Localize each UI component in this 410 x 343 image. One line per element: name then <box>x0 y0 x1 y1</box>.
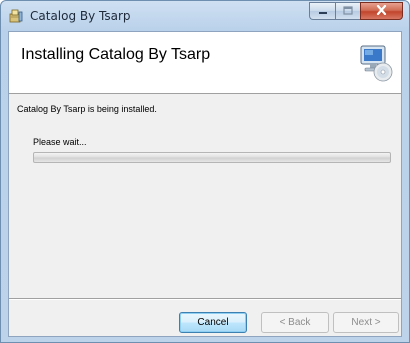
footer-divider <box>9 298 401 300</box>
title-bar[interactable]: Catalog By Tsarp <box>1 1 409 31</box>
progress-bar <box>33 152 391 163</box>
cancel-button[interactable]: Cancel <box>179 312 247 333</box>
maximize-icon <box>343 2 353 20</box>
next-button[interactable]: Next > <box>333 312 399 333</box>
dialog-client-area: Installing Catalog By Tsarp Catalog By T… <box>8 31 402 337</box>
minimize-icon <box>318 2 328 20</box>
close-icon <box>376 2 387 20</box>
header-banner: Installing Catalog By Tsarp <box>9 32 401 94</box>
maximize-button[interactable] <box>335 2 360 20</box>
wait-label: Please wait... <box>33 137 87 147</box>
computer-cd-icon <box>359 44 393 82</box>
page-title: Installing Catalog By Tsarp <box>21 46 211 63</box>
back-button[interactable]: < Back <box>261 312 329 333</box>
installer-icon <box>8 8 24 24</box>
window-title: Catalog By Tsarp <box>30 9 131 23</box>
caption-buttons <box>309 2 403 21</box>
minimize-button[interactable] <box>309 2 335 20</box>
status-message: Catalog By Tsarp is being installed. <box>17 104 157 114</box>
installer-window: Catalog By Tsarp Installing Catalog By T… <box>0 0 410 343</box>
close-button[interactable] <box>360 2 403 20</box>
